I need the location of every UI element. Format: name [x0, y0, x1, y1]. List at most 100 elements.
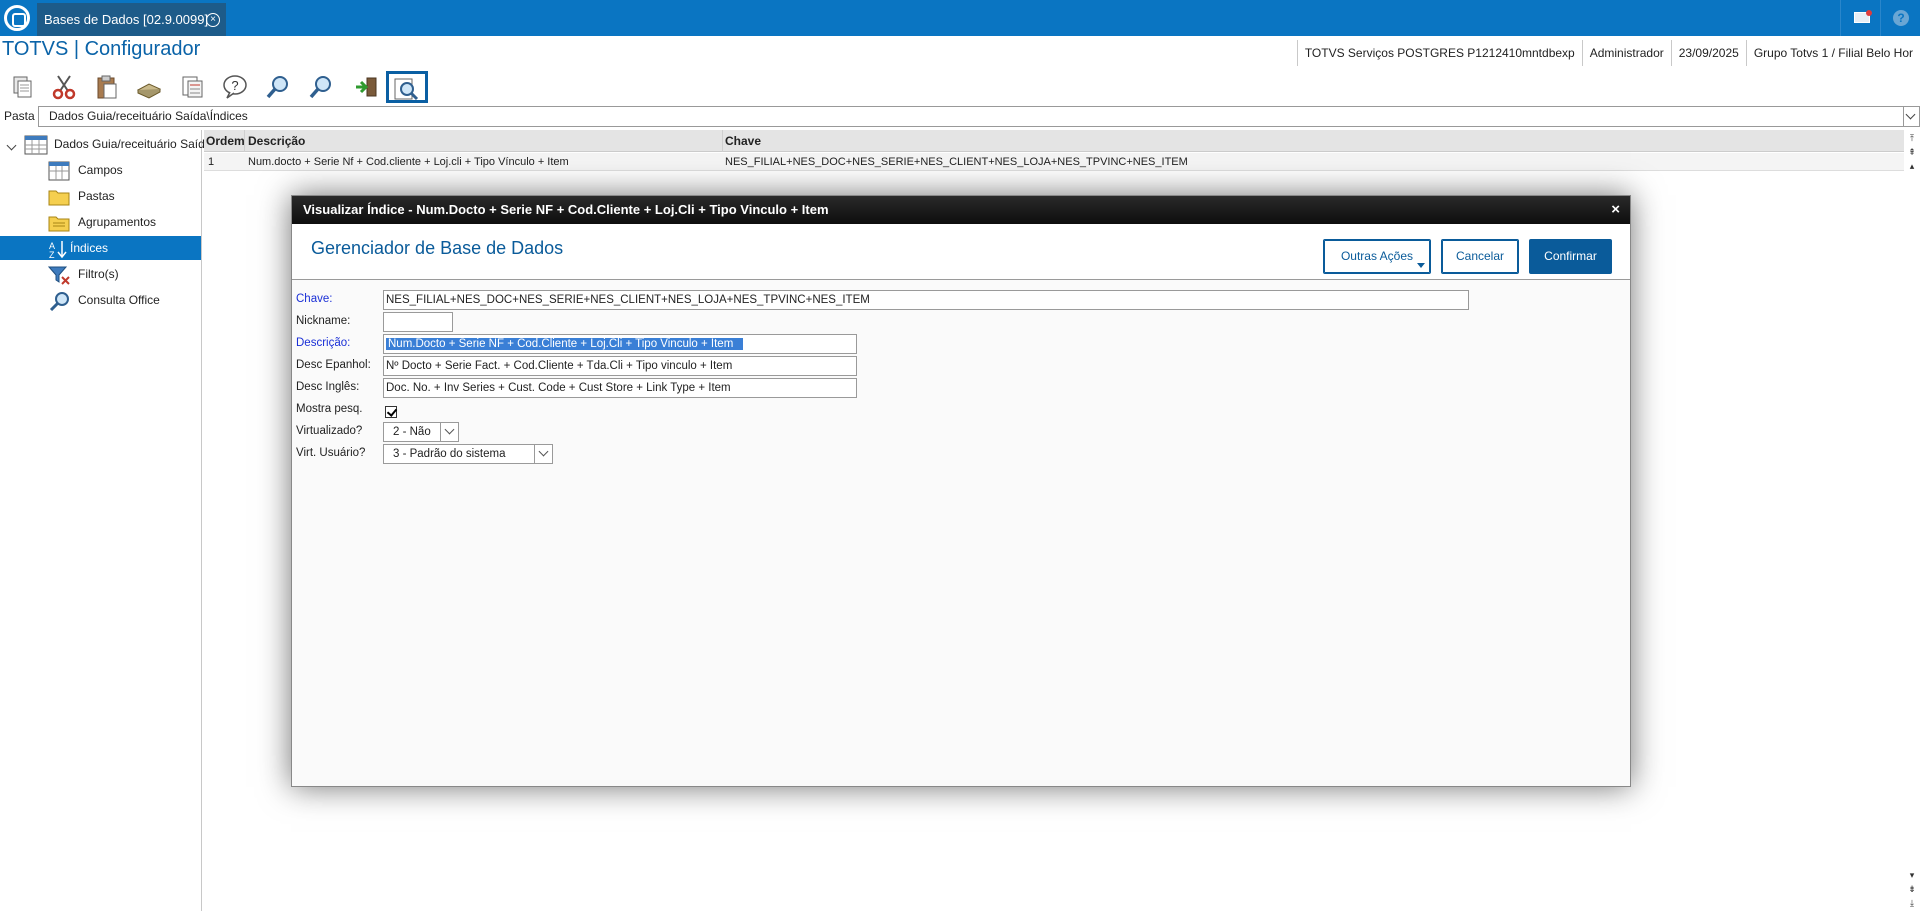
tree-item-label: Pastas	[78, 189, 115, 203]
cut-icon	[52, 75, 76, 100]
visualizar-indice-dialog: Visualizar Índice - Num.Docto + Serie NF…	[291, 195, 1631, 787]
mostra-pesq-label: Mostra pesq.	[296, 403, 363, 415]
magnifier-icon	[49, 292, 69, 311]
scroll-down-icon[interactable]: ▾	[1907, 869, 1917, 881]
dialog-close-icon[interactable]: ×	[1611, 196, 1620, 224]
find-next-button[interactable]	[304, 72, 338, 102]
nickname-field[interactable]	[383, 312, 453, 332]
cell-ordem: 1	[208, 156, 215, 168]
svg-text:?: ?	[231, 78, 238, 93]
search-icon	[266, 76, 288, 99]
confirm-button[interactable]: Confirmar	[1529, 239, 1612, 274]
paste-button[interactable]	[90, 72, 124, 102]
tree-item-label: Filtro(s)	[78, 267, 119, 281]
virt-usuario-select[interactable]: 3 - Padrão do sistema	[383, 444, 553, 464]
grid-scrollbar[interactable]: ⤒ ⇞ ▴ ▾ ⇟ ⤓	[1904, 130, 1920, 911]
folder-tree: Dados Guia/receituário Saída Campos Past…	[0, 130, 211, 911]
exit-icon	[356, 77, 377, 97]
tree-item-pastas[interactable]: Pastas	[48, 184, 198, 208]
tree-item-campos[interactable]: Campos	[48, 158, 198, 182]
descricao-label: Descrição:	[296, 337, 351, 349]
pasta-label: Pasta	[4, 109, 35, 123]
tree-item-consulta-office[interactable]: Consulta Office	[48, 288, 198, 312]
scroll-bottom-icon[interactable]: ⤓	[1907, 897, 1917, 909]
descricao-field[interactable]: Num.Docto + Serie NF + Cod.Cliente + Loj…	[383, 334, 857, 354]
dialog-header: Gerenciador de Base de Dados Outras Açõe…	[292, 224, 1630, 280]
toolbar: ?	[0, 70, 440, 104]
status-branch: Grupo Totvs 1 / Filial Belo Hor	[1745, 40, 1920, 66]
scroll-page-up-icon[interactable]: ⇞	[1907, 146, 1917, 158]
book-icon	[136, 83, 162, 99]
column-ordem[interactable]: Ordem	[206, 130, 245, 152]
pasta-dropdown-icon[interactable]	[1903, 106, 1920, 127]
outras-acoes-button[interactable]: Outras Ações	[1323, 239, 1431, 274]
grid-header: Ordem Descrição Chave	[204, 130, 1904, 152]
scroll-up-icon[interactable]: ▴	[1907, 160, 1917, 172]
desc-espanhol-label: Desc Epanhol:	[296, 359, 371, 371]
folder-icon	[48, 190, 70, 206]
tree-root[interactable]: Dados Guia/receituário Saída	[24, 132, 211, 156]
book-button[interactable]	[132, 72, 166, 102]
caret-down-icon	[1417, 263, 1425, 268]
tree-item-label: Campos	[78, 163, 123, 177]
chave-label: Chave:	[296, 293, 333, 305]
column-chave[interactable]: Chave	[725, 130, 761, 152]
top-bar: Bases de Dados [02.9.0099] × ?	[0, 0, 1920, 36]
copy-button[interactable]	[5, 72, 39, 102]
group-folder-icon	[48, 216, 70, 232]
tree-root-label: Dados Guia/receituário Saída	[54, 137, 212, 151]
cell-chave: NES_FILIAL+NES_DOC+NES_SERIE+NES_CLIENT+…	[725, 156, 1188, 168]
cut-button[interactable]	[47, 72, 81, 102]
chave-field[interactable]: NES_FILIAL+NES_DOC+NES_SERIE+NES_CLIENT+…	[383, 290, 1469, 310]
tree-item-agrupamentos[interactable]: Agrupamentos	[48, 210, 198, 234]
cancel-button[interactable]: Cancelar	[1441, 239, 1519, 274]
app-title: TOTVS | Configurador	[2, 38, 201, 60]
help-bubble-icon: ?	[223, 75, 247, 99]
help-icon[interactable]: ?	[1880, 0, 1920, 36]
dialog-titlebar: Visualizar Índice - Num.Docto + Serie NF…	[292, 196, 1630, 224]
dialog-title: Visualizar Índice - Num.Docto + Serie NF…	[303, 202, 829, 217]
tree-item-label: Agrupamentos	[78, 215, 157, 229]
fields-table-icon	[48, 161, 70, 181]
tree-item-label: Consulta Office	[78, 293, 160, 307]
copy-icon	[13, 76, 32, 98]
tree-item-filtros[interactable]: Filtro(s)	[48, 262, 198, 286]
totvs-logo-icon[interactable]	[4, 5, 30, 31]
status-environment: TOTVS Serviços POSTGRES P1212410mntdbexp	[1296, 40, 1582, 66]
help-button[interactable]: ?	[218, 72, 252, 102]
column-descricao[interactable]: Descrição	[248, 130, 305, 152]
chevron-down-icon[interactable]	[534, 445, 552, 463]
view-icon	[394, 78, 419, 101]
dialog-heading: Gerenciador de Base de Dados	[311, 238, 564, 258]
tab-bases-de-dados[interactable]: Bases de Dados [02.9.0099] ×	[37, 3, 226, 36]
table-row[interactable]: 1 Num.docto + Serie Nf + Cod.cliente + L…	[204, 153, 1904, 171]
table-icon	[24, 135, 48, 155]
chevron-down-icon[interactable]	[440, 423, 458, 441]
exit-button[interactable]	[350, 72, 384, 102]
pasta-select[interactable]: Dados Guia/receituário Saída\Índices	[38, 106, 1905, 127]
sort-index-icon: AZ	[49, 241, 67, 259]
tab-title: Bases de Dados [02.9.0099]	[44, 12, 209, 27]
scroll-top-icon[interactable]: ⤒	[1907, 132, 1917, 144]
paste-icon	[97, 75, 117, 99]
notes-button[interactable]	[175, 72, 209, 102]
find-next-icon	[309, 76, 331, 99]
desc-ingles-field[interactable]: Doc. No. + Inv Series + Cust. Code + Cus…	[383, 378, 857, 398]
status-date: 23/09/2025	[1670, 40, 1746, 66]
desc-ingles-label: Desc Inglês:	[296, 381, 360, 393]
nickname-label: Nickname:	[296, 315, 351, 327]
status-bar: TOTVS Serviços POSTGRES P1212410mntdbexp…	[1296, 40, 1920, 66]
mostra-pesq-checkbox[interactable]	[385, 406, 397, 418]
mail-icon[interactable]	[1840, 0, 1880, 36]
descricao-selected-text: Num.Docto + Serie NF + Cod.Cliente + Loj…	[386, 338, 744, 350]
tree-item-indices[interactable]: AZ Índices	[0, 236, 201, 260]
scroll-page-down-icon[interactable]: ⇟	[1907, 883, 1917, 895]
filter-icon	[48, 266, 70, 285]
search-button[interactable]	[261, 72, 295, 102]
svg-text:Z: Z	[49, 250, 55, 259]
desc-espanhol-field[interactable]: Nº Docto + Serie Fact. + Cod.Cliente + T…	[383, 356, 857, 376]
virtualizado-select[interactable]: 2 - Não	[383, 422, 459, 442]
view-index-button[interactable]	[386, 71, 428, 103]
virtualizado-label: Virtualizado?	[296, 425, 363, 437]
tab-close-icon[interactable]: ×	[206, 13, 220, 27]
